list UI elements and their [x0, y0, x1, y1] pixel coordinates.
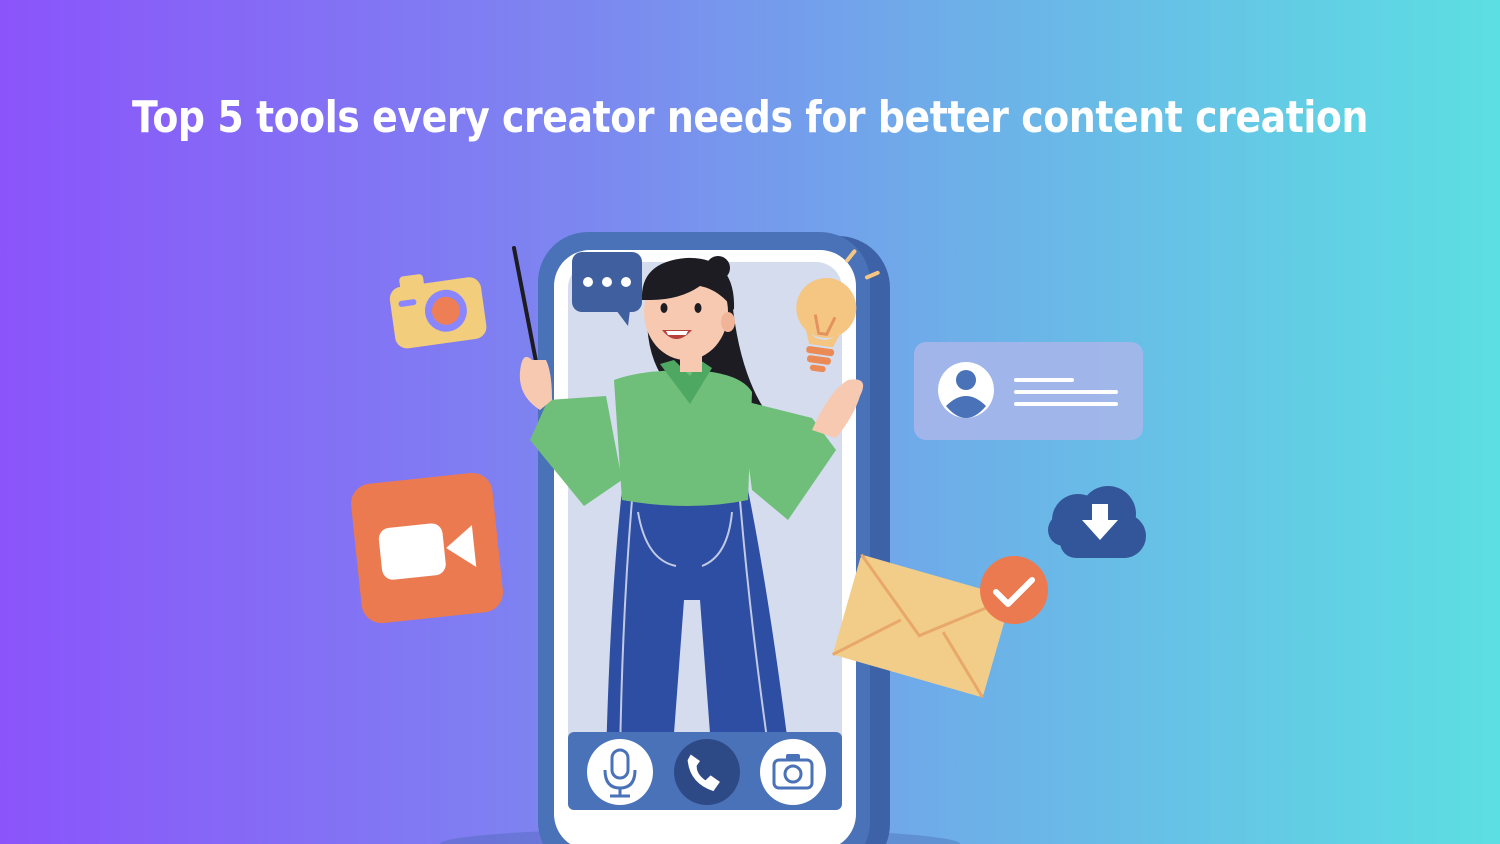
video-camera-icon	[351, 472, 503, 624]
camera-icon	[389, 274, 487, 349]
check-badge	[980, 556, 1048, 624]
profile-card-icon	[914, 342, 1143, 440]
cloud-download-icon	[1048, 486, 1146, 558]
illustration	[351, 232, 1146, 844]
microphone-button[interactable]	[587, 739, 653, 805]
camera-button[interactable]	[760, 739, 826, 805]
call-button[interactable]	[674, 739, 740, 805]
